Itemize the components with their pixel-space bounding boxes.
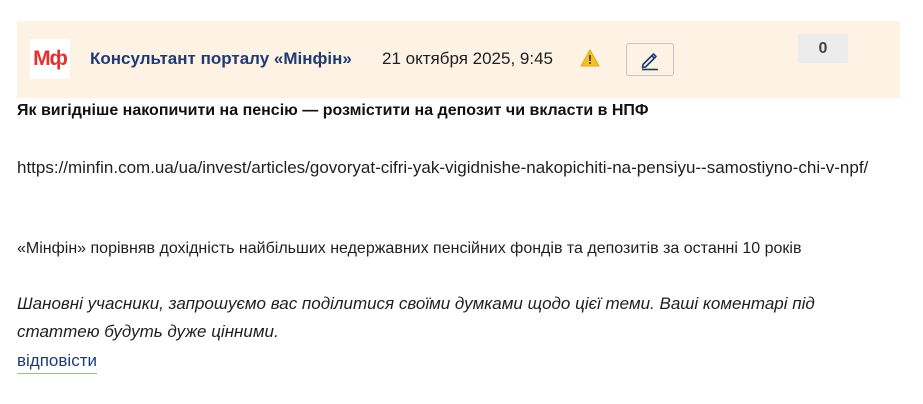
forum-post: Мф Консультант порталу «Мінфін» 21 октяб… (0, 0, 923, 404)
post-header: Мф Консультант порталу «Мінфін» 21 октяб… (17, 21, 900, 98)
post-summary: «Мінфін» порівняв дохідність найбільших … (17, 240, 802, 257)
post-invitation-text: Шановні учасники, запрошуємо вас поділит… (17, 294, 815, 341)
author-name-link[interactable]: Консультант порталу «Мінфін» (90, 49, 352, 69)
rating-counter[interactable]: 0 (798, 34, 848, 63)
author-avatar-logo[interactable]: Мф (30, 39, 70, 79)
edit-button[interactable] (626, 43, 674, 76)
warning-icon[interactable] (580, 48, 600, 68)
post-date: 21 октября 2025, 9:45 (382, 49, 553, 68)
post-title: Як вигідніше накопичити на пенсію — розм… (17, 102, 649, 119)
pencil-icon (641, 52, 658, 70)
article-url: https://minfin.com.ua/ua/invest/articles… (17, 158, 869, 177)
reply-link[interactable]: відповісти (17, 351, 97, 374)
